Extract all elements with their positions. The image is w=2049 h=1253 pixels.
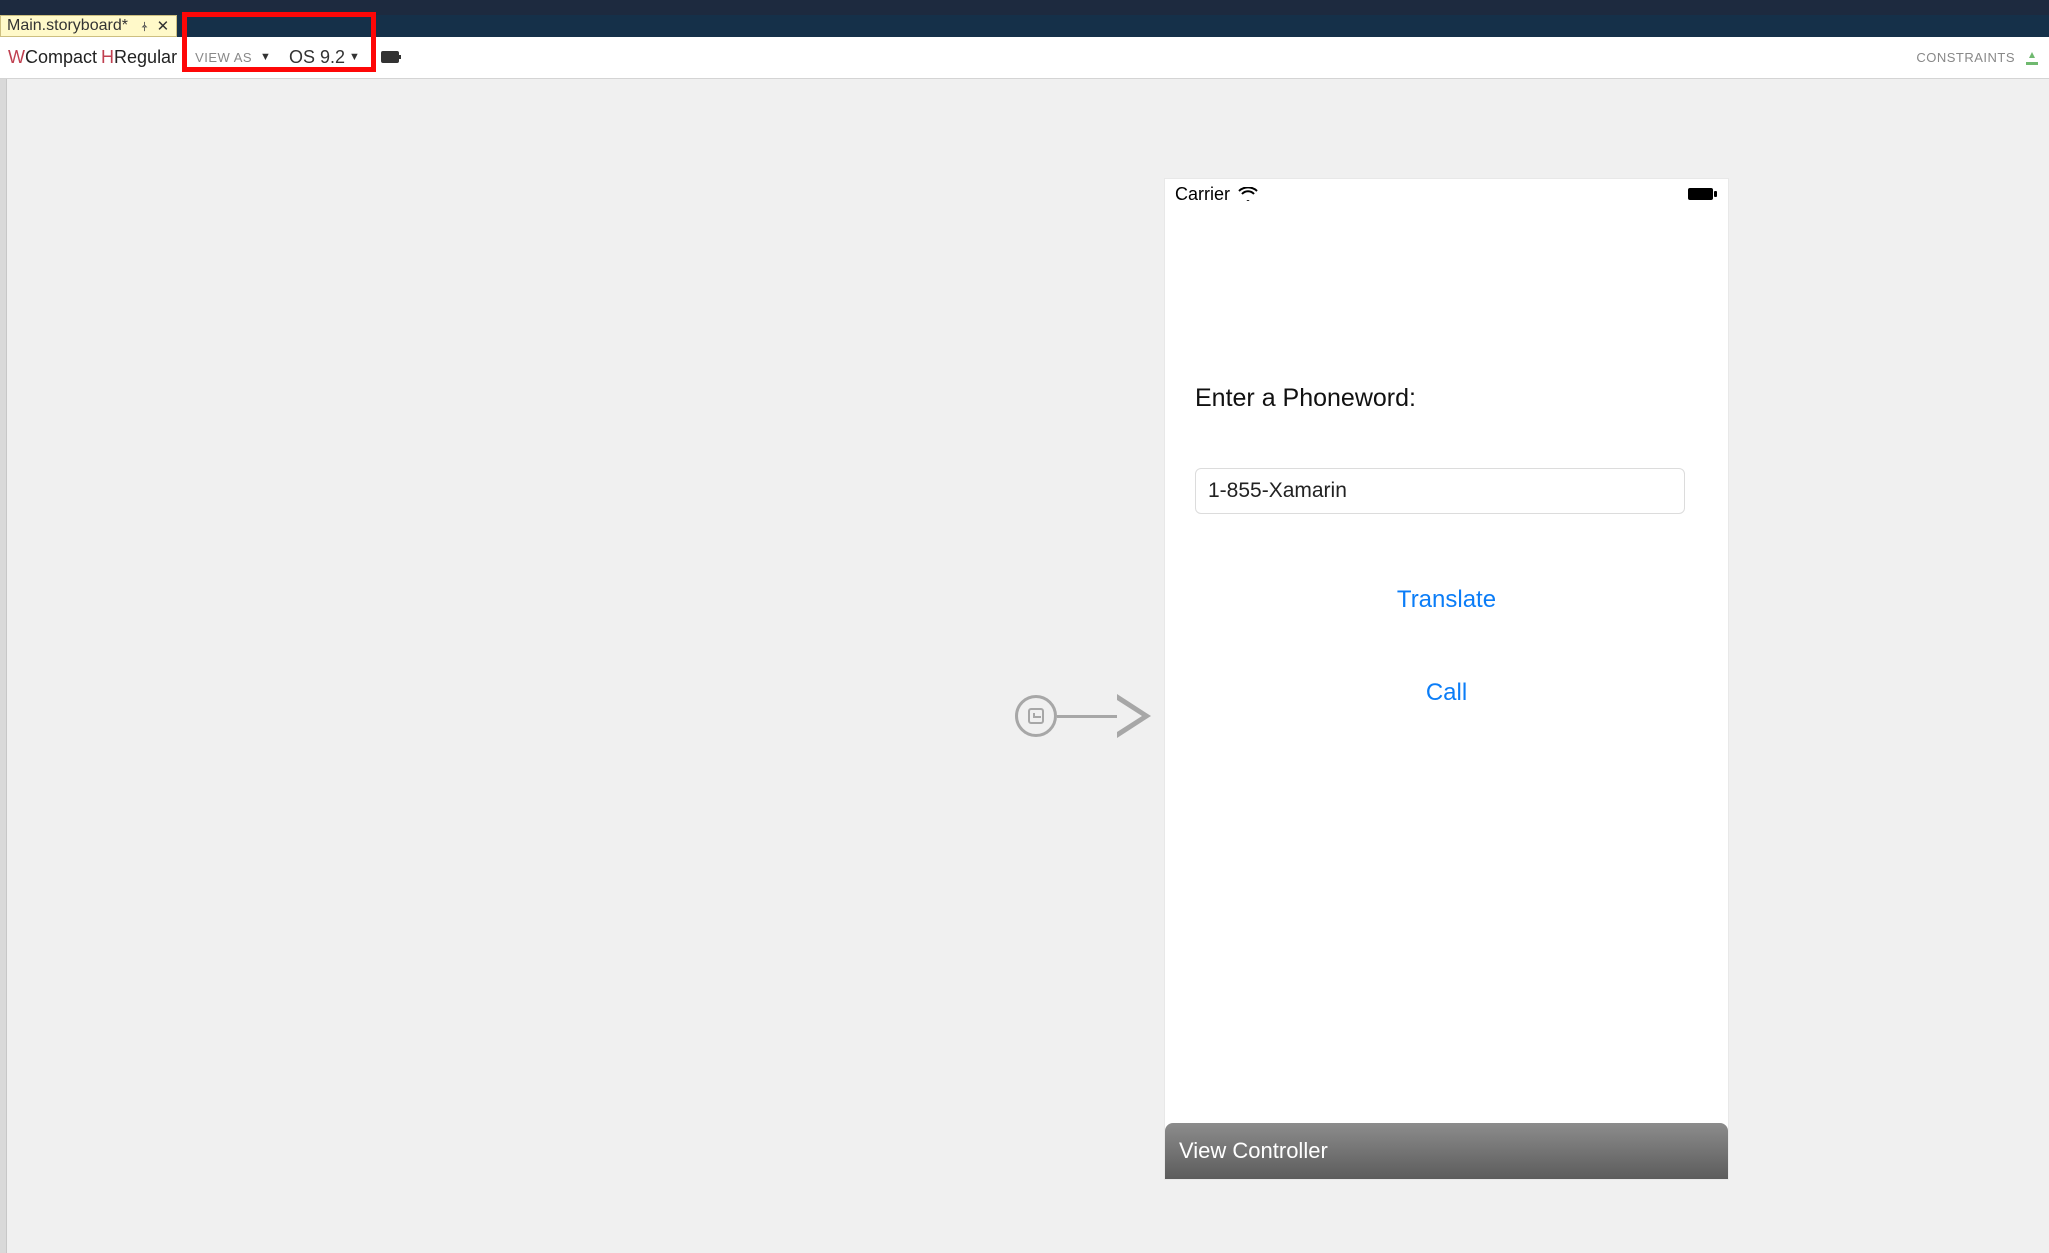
orientation-icon[interactable]	[380, 50, 402, 66]
close-icon[interactable]: ✕	[156, 19, 170, 33]
storyboard-canvas[interactable]: Carrier Enter a Phoneword: 1	[0, 79, 2049, 1253]
constraints-label: CONSTRAINTS	[1916, 50, 2015, 65]
wifi-icon	[1238, 187, 1258, 201]
titlebar	[0, 0, 2049, 15]
constraints-icon[interactable]	[2023, 49, 2041, 67]
carrier-label: Carrier	[1175, 184, 1230, 205]
text-field-value: 1-855-Xamarin	[1208, 479, 1347, 503]
pin-icon[interactable]	[138, 19, 152, 33]
designer-toolbar: WCompact HRegular VIEW AS iPhone 6 ▼ OS …	[0, 37, 2049, 79]
initial-view-controller-arrow[interactable]	[1015, 694, 1151, 738]
document-tab-strip: Main.storyboard* ✕	[0, 15, 2049, 37]
phoneword-text-field[interactable]: 1-855-Xamarin	[1195, 468, 1685, 514]
chevron-down-icon[interactable]: ▼	[349, 51, 360, 63]
document-tab[interactable]: Main.storyboard* ✕	[0, 15, 177, 37]
canvas-gutter	[0, 79, 7, 1253]
arrow-right-icon	[1117, 694, 1151, 738]
call-button[interactable]: Call	[1195, 679, 1698, 707]
chevron-down-icon[interactable]: ▼	[260, 51, 271, 63]
status-bar: Carrier	[1165, 179, 1728, 209]
battery-icon	[1688, 187, 1718, 201]
translate-button[interactable]: Translate	[1195, 586, 1698, 614]
document-tab-title: Main.storyboard*	[7, 17, 128, 35]
device-preview[interactable]: Carrier Enter a Phoneword: 1	[1165, 179, 1728, 1179]
scene-dock-title: View Controller	[1179, 1138, 1328, 1164]
view-as-label: VIEW AS	[195, 50, 252, 65]
size-class-w[interactable]: WCompact	[8, 47, 97, 68]
size-class-h[interactable]: HRegular	[101, 47, 177, 68]
view-controller-view[interactable]: Enter a Phoneword: 1-855-Xamarin Transla…	[1165, 384, 1728, 707]
os-version-selector[interactable]: OS 9.2	[289, 47, 345, 68]
entry-point-icon	[1015, 695, 1057, 737]
scene-dock[interactable]: View Controller	[1165, 1123, 1728, 1179]
phoneword-label: Enter a Phoneword:	[1195, 384, 1698, 413]
